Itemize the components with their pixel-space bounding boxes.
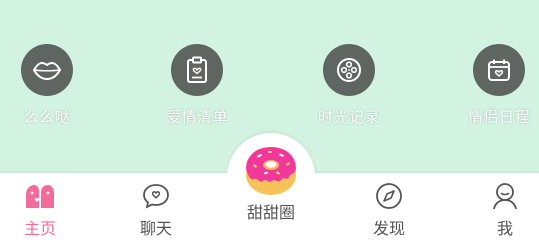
chat-heart-icon [121, 180, 191, 212]
couple-icon [5, 180, 75, 212]
quick-action-label: 时光记录 [317, 108, 380, 126]
quick-action-love-list[interactable]: 爱情清单 [142, 44, 252, 127]
checklist-icon [171, 44, 223, 96]
tab-label: 甜甜圈 [246, 203, 295, 222]
lips-icon [21, 44, 73, 96]
tab-chat[interactable]: 聊天 [121, 180, 191, 239]
tab-donut[interactable]: 甜甜圈 [231, 143, 311, 223]
quick-action-kiss[interactable]: 么么哒 [0, 44, 102, 127]
tab-label: 聊天 [139, 219, 172, 238]
calendar-heart-icon [473, 44, 525, 96]
tab-label: 发现 [372, 219, 405, 238]
donut-icon [231, 143, 311, 197]
tab-me[interactable]: 我 [470, 180, 539, 239]
quick-action-label: 情侣日程 [467, 108, 530, 126]
film-reel-icon [323, 44, 375, 96]
tab-label: 主页 [23, 219, 56, 238]
compass-icon [354, 180, 424, 212]
tab-label: 我 [496, 219, 513, 238]
quick-action-label: 爱情清单 [165, 108, 228, 126]
quick-action-time-record[interactable]: 时光记录 [294, 44, 404, 127]
tab-home[interactable]: 主页 [5, 180, 75, 239]
user-icon [470, 180, 539, 212]
quick-action-couple-schedule[interactable]: 情侣日程 [444, 44, 539, 127]
tab-discover[interactable]: 发现 [354, 180, 424, 239]
quick-action-label: 么么哒 [23, 108, 71, 126]
